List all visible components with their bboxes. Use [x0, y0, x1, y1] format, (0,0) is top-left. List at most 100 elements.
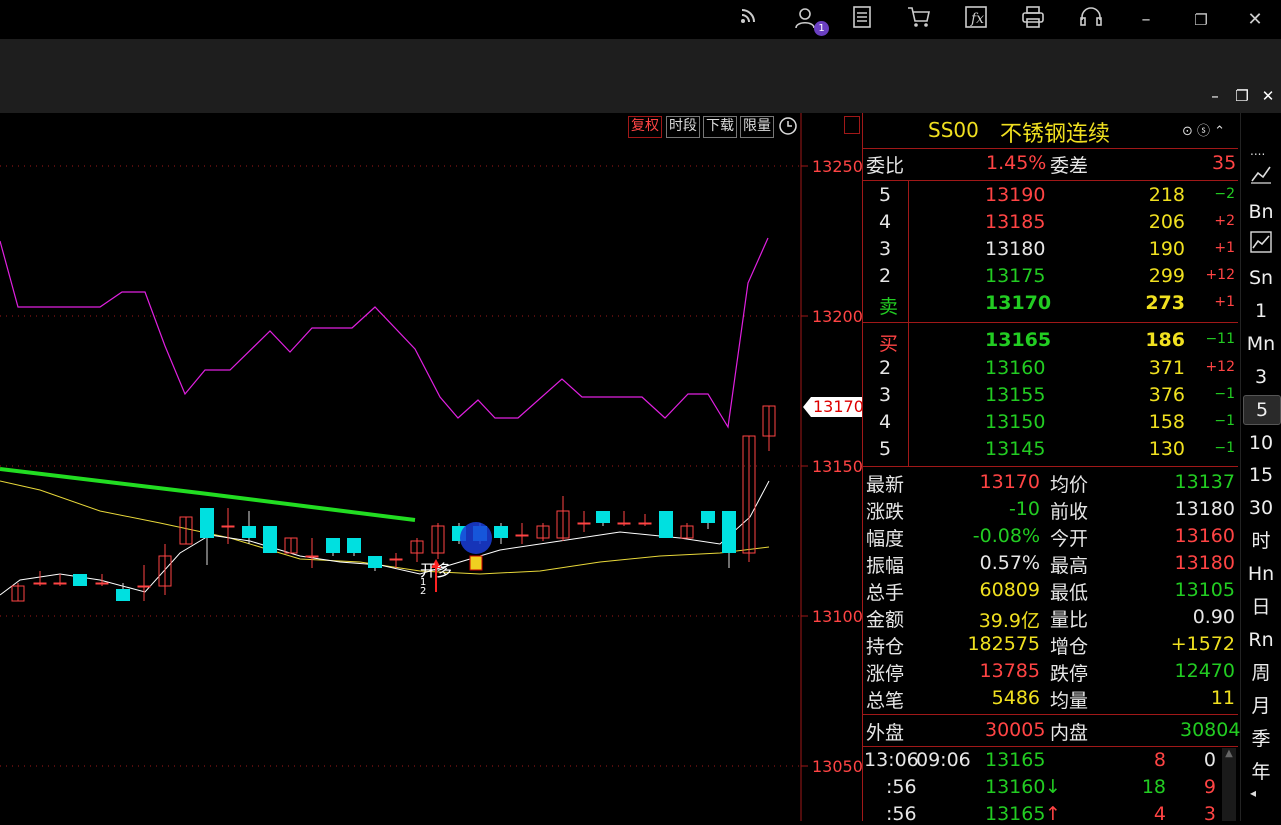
period-时[interactable]: 时	[1243, 527, 1279, 555]
period-5[interactable]: 5	[1243, 395, 1281, 425]
ask-price[interactable]: 13190	[985, 184, 1045, 206]
fuquan-button[interactable]: 复权	[628, 116, 662, 138]
svg-text:fx: fx	[970, 11, 984, 27]
stat-value: 13180	[1174, 552, 1235, 574]
ask-price[interactable]: 13175	[985, 265, 1045, 287]
period-月[interactable]: 月	[1243, 692, 1279, 720]
tick-oi: 3	[1203, 803, 1216, 825]
tick-volume: 4	[1153, 803, 1166, 825]
bid-change: −11	[1205, 331, 1235, 347]
formula-icon[interactable]: fx	[961, 6, 991, 34]
candle-body	[515, 534, 529, 537]
ask-price[interactable]: 13170	[985, 292, 1051, 314]
divider	[862, 322, 1238, 323]
period-30[interactable]: 30	[1243, 494, 1279, 522]
rss-icon[interactable]	[733, 6, 763, 34]
ask-volume: 190	[1148, 238, 1185, 260]
printer-icon[interactable]	[1018, 6, 1048, 34]
period-Hn[interactable]: Hn	[1243, 560, 1279, 588]
ask-level-label: 2	[879, 265, 892, 287]
tick-price: 13160	[985, 776, 1046, 798]
period-Bn[interactable]: Bn	[1243, 198, 1279, 226]
stat-label: 金额	[866, 609, 905, 631]
divider	[862, 180, 1238, 181]
period-10[interactable]: 10	[1243, 429, 1279, 457]
period-日[interactable]: 日	[1243, 593, 1279, 621]
divider	[862, 714, 1238, 715]
minimize-icon[interactable]: –	[1131, 6, 1161, 34]
period-Mn[interactable]: Mn	[1243, 330, 1279, 358]
candle-body	[659, 511, 673, 538]
period-年[interactable]: 年	[1243, 758, 1279, 786]
panel-options-icons[interactable]: ⊙ ⓢ ⌃	[1182, 120, 1225, 139]
document-icon[interactable]	[847, 6, 877, 34]
stat-value: 0.57%	[979, 552, 1040, 574]
window-restore-icon[interactable]: ❐	[1231, 87, 1253, 105]
period-季[interactable]: 季	[1243, 725, 1279, 753]
bid-price[interactable]: 13160	[985, 357, 1045, 379]
current-price-tag: 13170	[803, 397, 866, 417]
waipan-label: 外盘	[866, 722, 905, 744]
instrument-name: 不锈钢连续	[1000, 122, 1111, 147]
candle-body	[347, 538, 361, 553]
stat-label: 总笔	[866, 690, 905, 712]
window-close-icon[interactable]: ✕	[1257, 87, 1279, 105]
ask-price[interactable]: 13185	[985, 211, 1045, 233]
bid-change: +12	[1205, 359, 1235, 375]
candle-body	[33, 582, 47, 585]
headset-icon[interactable]	[1076, 6, 1106, 34]
divider	[862, 148, 1238, 149]
bid-price[interactable]: 13150	[985, 411, 1045, 433]
tick-price: 13165	[985, 803, 1046, 825]
weibi-label: 委比	[866, 155, 905, 177]
tick-volume: 8	[1153, 749, 1166, 771]
period-15[interactable]: 15	[1243, 461, 1279, 489]
ask-price[interactable]: 13180	[985, 238, 1045, 260]
kline-chart[interactable]	[0, 113, 862, 821]
bid-change: −1	[1214, 386, 1235, 402]
candle-body	[722, 511, 736, 553]
ask-level-label: 5	[879, 184, 892, 206]
close-icon[interactable]: ✕	[1240, 6, 1270, 34]
clock-icon[interactable]	[778, 116, 798, 136]
stat-label: 最新	[866, 474, 905, 496]
sidebar-collapse-icon[interactable]: ◂	[1250, 786, 1256, 800]
stat-label: 最低	[1050, 582, 1089, 604]
candle-body	[368, 556, 382, 568]
limit-button[interactable]: 限量	[740, 116, 774, 138]
area-chart-icon[interactable]	[1250, 231, 1272, 257]
ma-magenta-line	[0, 237, 769, 429]
download-button[interactable]: 下载	[703, 116, 737, 138]
period-1[interactable]: 1	[1243, 297, 1279, 325]
window-minimize-icon[interactable]: –	[1204, 87, 1226, 105]
candle-body	[263, 526, 277, 553]
ask-volume: 299	[1148, 265, 1185, 287]
ask-change: +1	[1214, 240, 1235, 256]
bid-price[interactable]: 13165	[985, 329, 1051, 351]
ask-change: +1	[1214, 294, 1235, 310]
period-Rn[interactable]: Rn	[1243, 626, 1279, 654]
instrument-code: SS00	[928, 118, 979, 142]
panel-toggle-icon[interactable]	[844, 116, 860, 134]
tick-scrollbar[interactable]: ▲	[1222, 748, 1236, 821]
restore-icon[interactable]: ❐	[1186, 6, 1216, 34]
tick-time: :56	[886, 803, 917, 825]
bid-price[interactable]: 13145	[985, 438, 1045, 460]
shiduan-button[interactable]: 时段	[666, 116, 700, 138]
ask-change: −2	[1214, 186, 1235, 202]
kline-chart-canvas[interactable]	[0, 113, 862, 821]
period-3[interactable]: 3	[1243, 363, 1279, 391]
tick-direction-icon: ↑	[1045, 803, 1061, 825]
period-周[interactable]: 周	[1243, 659, 1279, 687]
bid-volume: 371	[1148, 357, 1185, 379]
stat-value: 5486	[991, 687, 1040, 709]
line-chart-icon[interactable]	[1250, 163, 1272, 189]
cart-icon[interactable]	[904, 6, 934, 34]
bid-price[interactable]: 13155	[985, 384, 1045, 406]
ask-level-label: 4	[879, 211, 892, 233]
period-Sn[interactable]: Sn	[1243, 264, 1279, 292]
stat-value: 60809	[979, 579, 1040, 601]
candle-body	[242, 526, 256, 538]
sidebar-more-icon[interactable]: ....	[1250, 144, 1265, 158]
weicha-value: 35	[1212, 152, 1237, 174]
